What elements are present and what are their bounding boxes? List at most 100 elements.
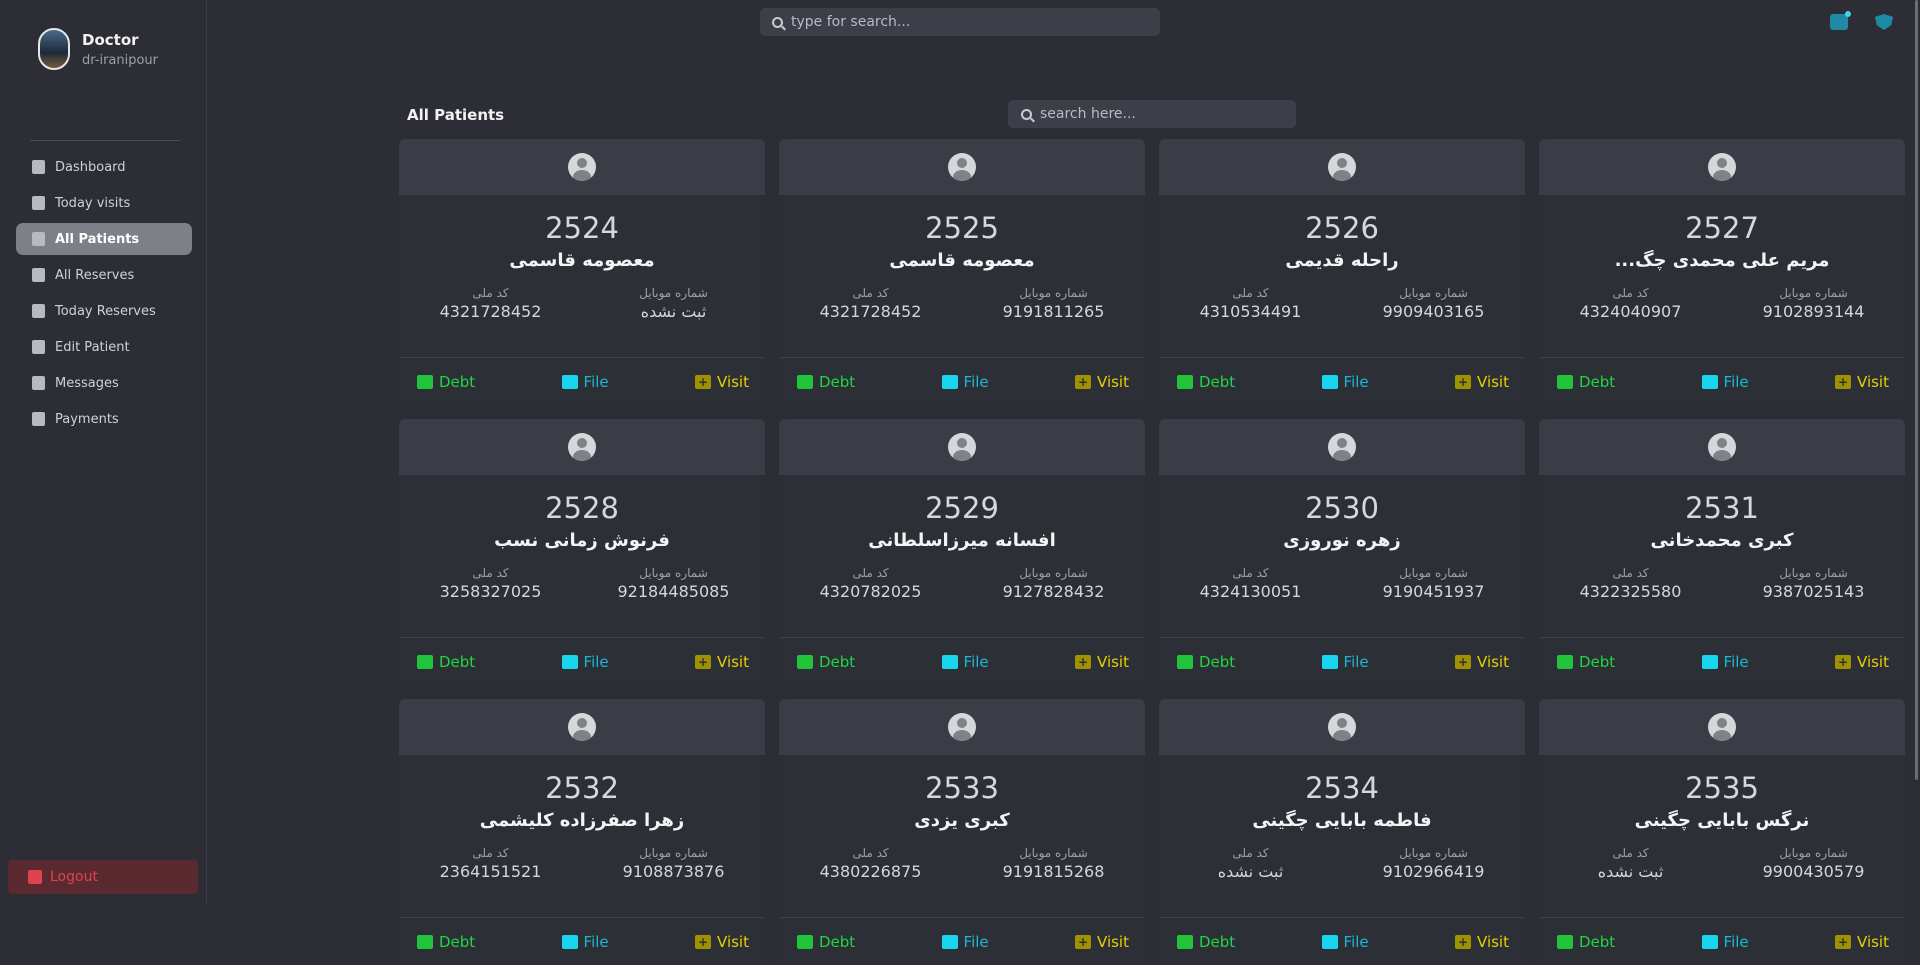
national-id-group: کد ملی 4320782025 xyxy=(779,566,962,601)
patient-card[interactable]: 2531 کبری محمدخانی کد ملی 4322325580 شماره م… xyxy=(1539,419,1905,685)
visit-button[interactable]: + Visit xyxy=(695,933,749,951)
national-id-group: کد ملی 4321728452 xyxy=(399,286,582,321)
sidebar-item-today-visits[interactable]: Today visits xyxy=(16,187,192,219)
patient-info: کد ملی 2364151521 شماره موبایل 9108873876 xyxy=(399,846,765,881)
plus-icon: + xyxy=(1075,934,1092,949)
debt-button[interactable]: Debt xyxy=(1177,933,1235,951)
mobile-label: شماره موبایل xyxy=(639,846,708,860)
card-actions: Debt File + Visit xyxy=(779,637,1145,685)
file-button[interactable]: File xyxy=(1701,933,1749,951)
national-id-value: 4320782025 xyxy=(819,582,922,601)
scrollbar[interactable] xyxy=(1915,0,1918,780)
patient-card[interactable]: 2524 معصومه قاسمی کد ملی 4321728452 شماره مو… xyxy=(399,139,765,405)
file-button[interactable]: File xyxy=(941,653,989,671)
sidebar-item-edit-patient[interactable]: Edit Patient xyxy=(16,331,192,363)
logout-button[interactable]: Logout xyxy=(8,860,198,894)
debt-button[interactable]: Debt xyxy=(1177,653,1235,671)
file-button-label: File xyxy=(963,932,989,951)
user-avatar-icon xyxy=(1328,153,1356,181)
patient-card[interactable]: 2530 زهره نوروزی کد ملی 4324130051 شماره موب… xyxy=(1159,419,1525,685)
mobile-group: شماره موبایل ثبت نشده xyxy=(582,286,765,321)
national-id-label: کد ملی xyxy=(472,566,509,580)
sidebar-item-dashboard[interactable]: Dashboard xyxy=(16,151,192,183)
patient-card[interactable]: 2525 معصومه قاسمی کد ملی 4321728452 شماره مو… xyxy=(779,139,1145,405)
patient-search-input[interactable]: search here... xyxy=(1008,100,1296,128)
sidebar-item-label: Today visits xyxy=(55,195,131,211)
visit-button[interactable]: + Visit xyxy=(1455,373,1509,391)
patient-card[interactable]: 2527 مریم علی محمدی چگ... کد ملی 4324040907… xyxy=(1539,139,1905,405)
file-button[interactable]: File xyxy=(941,373,989,391)
file-button[interactable]: File xyxy=(1321,933,1369,951)
visit-button[interactable]: + Visit xyxy=(695,653,749,671)
card-actions: Debt File + Visit xyxy=(779,357,1145,405)
sidebar-item-all-patients[interactable]: All Patients xyxy=(16,223,192,255)
patient-code: 2531 xyxy=(1685,491,1759,525)
debt-button[interactable]: Debt xyxy=(1557,373,1615,391)
card-actions: Debt File + Visit xyxy=(1539,637,1905,685)
mobile-value: 9909403165 xyxy=(1382,302,1485,321)
calendar-icon xyxy=(32,196,45,210)
visit-button[interactable]: + Visit xyxy=(1075,933,1129,951)
file-button[interactable]: File xyxy=(941,932,989,951)
file-button-label: File xyxy=(1723,372,1749,391)
patient-card[interactable]: 2529 افسانه میرزاسلطانی کد ملی 4320782025 شم… xyxy=(779,419,1145,685)
debt-button[interactable]: Debt xyxy=(797,653,855,671)
folder-icon xyxy=(941,934,958,949)
shield-icon[interactable] xyxy=(1875,14,1893,30)
file-button[interactable]: File xyxy=(1321,653,1369,671)
visit-button[interactable]: + Visit xyxy=(1455,653,1509,671)
patient-info: کد ملی 4322325580 شماره موبایل 9387025143 xyxy=(1539,566,1905,601)
file-button[interactable]: File xyxy=(561,933,609,951)
patient-card[interactable]: 2535 نرگس بابایی چگینی کد ملی ثبت نشده شماره… xyxy=(1539,699,1905,965)
sidebar-item-label: Today Reserves xyxy=(55,303,156,319)
file-button-label: File xyxy=(583,652,609,671)
search-icon xyxy=(1021,108,1032,120)
visit-button[interactable]: + Visit xyxy=(1075,373,1129,391)
patient-card[interactable]: 2526 راحله قدیمی کد ملی 4310534491 شماره موب… xyxy=(1159,139,1525,405)
national-id-group: کد ملی ثبت نشده xyxy=(1539,846,1722,881)
file-button[interactable]: File xyxy=(1701,653,1749,671)
patient-card[interactable]: 2528 فرنوش زمانی نسب کد ملی 3258327025 شماره… xyxy=(399,419,765,685)
visit-button[interactable]: + Visit xyxy=(1835,373,1889,391)
file-button[interactable]: File xyxy=(561,652,609,671)
national-id-label: کد ملی xyxy=(1232,846,1269,860)
mobile-group: شماره موبایل 92184485085 xyxy=(582,566,765,601)
debt-button[interactable]: Debt xyxy=(797,933,855,951)
wallet-icon xyxy=(417,654,433,669)
visit-button[interactable]: + Visit xyxy=(1455,933,1509,951)
plus-icon: + xyxy=(1075,654,1092,669)
file-button[interactable]: File xyxy=(561,373,609,391)
debt-button[interactable]: Debt xyxy=(1177,373,1235,391)
visit-button-label: Visit xyxy=(1477,932,1509,951)
profile[interactable]: Doctor dr-iranipour xyxy=(38,28,158,70)
patient-name: فرنوش زمانی نسب xyxy=(494,530,670,551)
card-header xyxy=(779,699,1145,755)
sidebar-item-all-reserves[interactable]: All Reserves xyxy=(16,259,192,291)
debt-button[interactable]: Debt xyxy=(417,653,475,671)
patient-info: کد ملی 4321728452 شماره موبایل 9191811265 xyxy=(779,286,1145,321)
visit-button[interactable]: + Visit xyxy=(1075,653,1129,671)
visit-button[interactable]: + Visit xyxy=(695,373,749,391)
sidebar-item-payments[interactable]: Payments xyxy=(16,403,192,435)
mail-icon[interactable] xyxy=(1830,11,1851,30)
debt-button[interactable]: Debt xyxy=(417,373,475,391)
patient-name: فاطمه بابایی چگینی xyxy=(1252,810,1432,831)
patient-card[interactable]: 2533 کبری یزدی کد ملی 4380226875 شماره موبای… xyxy=(779,699,1145,965)
visit-button[interactable]: + Visit xyxy=(1835,653,1889,671)
patient-card[interactable]: 2532 زهرا صفرزاده کلیشمی کد ملی 2364151521 ش… xyxy=(399,699,765,965)
debt-button[interactable]: Debt xyxy=(417,933,475,951)
file-button[interactable]: File xyxy=(1321,372,1369,391)
card-header xyxy=(399,699,765,755)
sidebar-item-today-reserves[interactable]: Today Reserves xyxy=(16,295,192,327)
global-search-input[interactable]: type for search... xyxy=(760,8,1160,36)
file-button-label: File xyxy=(1343,372,1369,391)
debt-button[interactable]: Debt xyxy=(1557,653,1615,671)
file-button[interactable]: File xyxy=(1701,372,1749,391)
debt-button[interactable]: Debt xyxy=(1557,933,1615,951)
sidebar-item-messages[interactable]: Messages xyxy=(16,367,192,399)
patient-card[interactable]: 2534 فاطمه بابایی چگینی کد ملی ثبت نشده شمار… xyxy=(1159,699,1525,965)
mobile-group: شماره موبایل 9108873876 xyxy=(582,846,765,881)
visit-button[interactable]: + Visit xyxy=(1835,933,1889,951)
debt-button[interactable]: Debt xyxy=(797,373,855,391)
calendar-icon xyxy=(32,268,45,282)
